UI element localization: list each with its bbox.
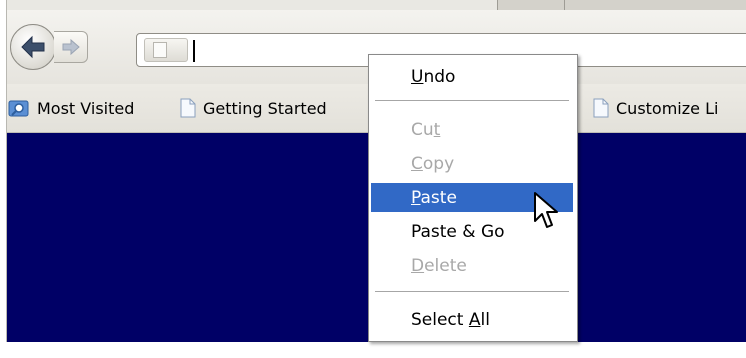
forward-arrow-icon: [62, 38, 80, 56]
menu-item-label: Cut: [411, 119, 441, 140]
menu-item-label: Paste: [411, 187, 457, 208]
menu-item-label: Delete: [411, 255, 467, 276]
menu-item-copy[interactable]: Copy: [371, 149, 573, 178]
bookmark-label: Getting Started: [203, 98, 327, 118]
menu-item-undo[interactable]: Undo: [371, 62, 573, 91]
back-button[interactable]: [10, 24, 56, 70]
bookmark-label: Most Visited: [37, 98, 135, 118]
menu-separator: [375, 291, 569, 292]
page-icon: [180, 98, 196, 118]
menu-item-label: Undo: [411, 66, 456, 87]
tab-separator: [564, 0, 565, 10]
forward-button[interactable]: [54, 31, 88, 63]
text-caret: [193, 40, 195, 62]
page-icon: [153, 42, 167, 58]
search-folder-icon: [8, 100, 29, 117]
bookmark-most-visited[interactable]: Most Visited: [8, 95, 134, 121]
bookmark-customize-links[interactable]: Customize Li: [593, 95, 718, 121]
menu-item-label: Paste & Go: [411, 221, 505, 242]
menu-item-select-all[interactable]: Select All: [371, 305, 573, 334]
menu-item-label: Select All: [411, 309, 490, 330]
menu-item-delete[interactable]: Delete: [371, 251, 573, 280]
site-identity-button[interactable]: [144, 38, 188, 62]
menu-item-label: Copy: [411, 153, 455, 174]
bookmark-label: Customize Li: [616, 98, 719, 118]
back-arrow-icon: [21, 35, 45, 59]
menu-separator: [375, 100, 569, 101]
menu-item-cut[interactable]: Cut: [371, 115, 573, 144]
page-icon: [593, 98, 609, 118]
mouse-pointer-icon: [534, 192, 558, 228]
bookmark-getting-started[interactable]: Getting Started: [180, 95, 327, 121]
